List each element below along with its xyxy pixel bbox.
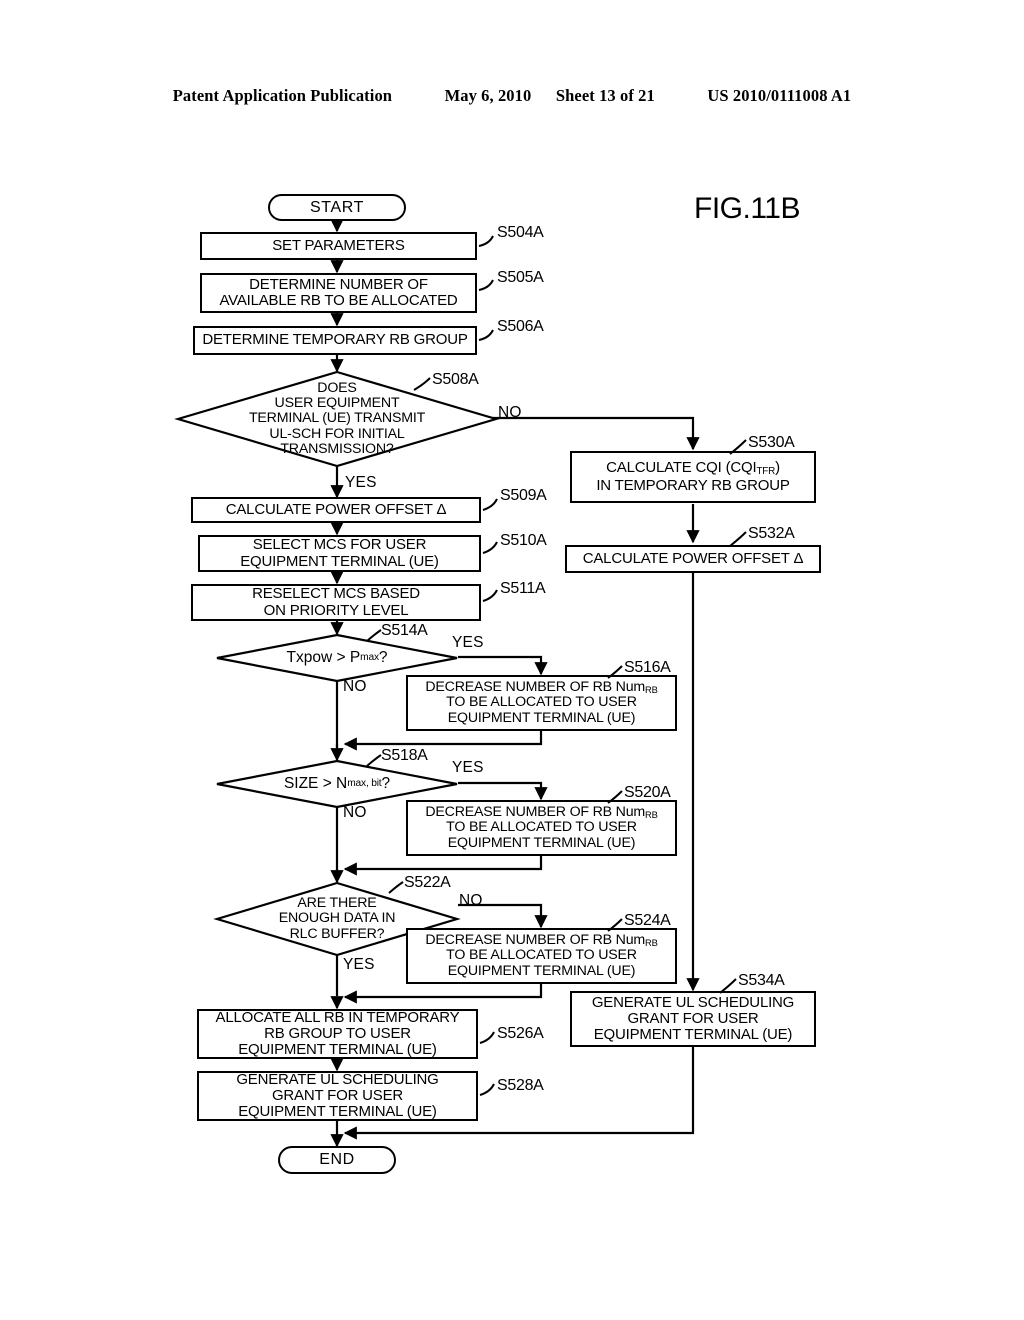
flowchart-diagram: START SET PARAMETERS S504A DETERMINE NUM…	[0, 0, 1024, 1320]
step-s506a-determine-temporary-rb-group: DETERMINE TEMPORARY RB GROUP	[193, 326, 477, 355]
step-tag-leaders	[366, 235, 747, 1096]
step-s520a-text: DECREASE NUMBER OF RB NumRB TO BE ALLOCAT…	[425, 804, 658, 851]
step-s524a-decrease-rb: DECREASE NUMBER OF RB NumRB TO BE ALLOCAT…	[406, 928, 677, 984]
step-s511a-reselect-mcs: RESELECT MCS BASED ON PRIORITY LEVEL	[191, 584, 481, 621]
step-s526a-allocate-all-rb: ALLOCATE ALL RB IN TEMPORARY RB GROUP TO…	[197, 1009, 478, 1059]
step-s532a-calculate-power-offset: CALCULATE POWER OFFSET Δ	[565, 545, 821, 573]
step-tag-s520a: S520A	[624, 784, 671, 801]
step-tag-s524a: S524A	[624, 912, 671, 929]
step-tag-s516a: S516A	[624, 659, 671, 676]
step-tag-s504a: S504A	[497, 224, 544, 241]
start-label: START	[310, 198, 364, 216]
step-tag-s510a: S510A	[500, 532, 547, 549]
step-tag-s511a: S511A	[500, 580, 546, 597]
end-terminator: END	[278, 1146, 396, 1174]
step-s509a-text: CALCULATE POWER OFFSET Δ	[225, 500, 447, 518]
step-s509a-calculate-power-offset: CALCULATE POWER OFFSET Δ	[191, 497, 481, 523]
step-tag-s534a: S534A	[738, 972, 785, 989]
step-s534a-generate-ul-scheduling-grant: GENERATE UL SCHEDULING GRANT FOR USER EQ…	[570, 991, 816, 1047]
step-s506a-text: DETERMINE TEMPORARY RB GROUP	[202, 331, 468, 349]
step-s520a-decrease-rb: DECREASE NUMBER OF RB NumRB TO BE ALLOCAT…	[406, 800, 677, 856]
branch-label-s518a-yes: YES	[452, 759, 484, 776]
step-tag-s514a: S514A	[381, 622, 428, 639]
step-tag-s518a: S518A	[381, 747, 428, 764]
step-s516a-text: DECREASE NUMBER OF RB NumRB TO BE ALLOCAT…	[425, 679, 658, 726]
step-s532a-text: CALCULATE POWER OFFSET Δ	[582, 549, 804, 567]
step-s505a-text: DETERMINE NUMBER OF AVAILABLE RB TO BE A…	[219, 275, 458, 309]
step-s504a-text: SET PARAMETERS	[272, 236, 405, 254]
branch-label-s522a-no: NO	[459, 892, 483, 909]
step-s526a-text: ALLOCATE ALL RB IN TEMPORARY RB GROUP TO…	[215, 1008, 460, 1059]
step-s511a-text: RESELECT MCS BASED ON PRIORITY LEVEL	[252, 585, 420, 619]
step-s510a-text: SELECT MCS FOR USER EQUIPMENT TERMINAL (…	[240, 536, 439, 570]
step-tag-s532a: S532A	[748, 525, 795, 542]
branch-label-s514a-no: NO	[343, 678, 367, 695]
flowchart-connectors	[330, 219, 700, 1148]
branch-label-s514a-yes: YES	[452, 634, 484, 651]
step-s505a-determine-available-rb: DETERMINE NUMBER OF AVAILABLE RB TO BE A…	[200, 273, 477, 313]
step-tag-s530a: S530A	[748, 434, 795, 451]
step-tag-s522a: S522A	[404, 874, 451, 891]
start-terminator: START	[268, 194, 406, 221]
step-s524a-text: DECREASE NUMBER OF RB NumRB TO BE ALLOCAT…	[425, 932, 658, 979]
step-s530a-calculate-cqi: CALCULATE CQI (CQITFR) IN TEMPORARY RB GR…	[570, 451, 816, 503]
step-s510a-select-mcs: SELECT MCS FOR USER EQUIPMENT TERMINAL (…	[198, 535, 481, 572]
branch-label-s508a-yes: YES	[345, 474, 377, 491]
step-s504a-set-parameters: SET PARAMETERS	[200, 232, 477, 260]
step-tag-s526a: S526A	[497, 1025, 544, 1042]
step-tag-s505a: S505A	[497, 269, 544, 286]
step-s530a-text: CALCULATE CQI (CQITFR) IN TEMPORARY RB GR…	[596, 458, 790, 494]
step-tag-s508a: S508A	[432, 371, 479, 388]
branch-label-s518a-no: NO	[343, 804, 367, 821]
step-s534a-text: GENERATE UL SCHEDULING GRANT FOR USER EQ…	[591, 993, 795, 1044]
step-tag-s509a: S509A	[500, 487, 547, 504]
end-label: END	[319, 1151, 355, 1168]
branch-label-s522a-yes: YES	[343, 956, 375, 973]
step-s528a-generate-ul-scheduling-grant: GENERATE UL SCHEDULING GRANT FOR USER EQ…	[197, 1071, 478, 1121]
step-s516a-decrease-rb: DECREASE NUMBER OF RB NumRB TO BE ALLOCAT…	[406, 675, 677, 731]
step-s528a-text: GENERATE UL SCHEDULING GRANT FOR USER EQ…	[236, 1070, 439, 1121]
step-tag-s528a: S528A	[497, 1077, 544, 1094]
step-tag-s506a: S506A	[497, 318, 544, 335]
branch-label-s508a-no: NO	[498, 404, 522, 421]
